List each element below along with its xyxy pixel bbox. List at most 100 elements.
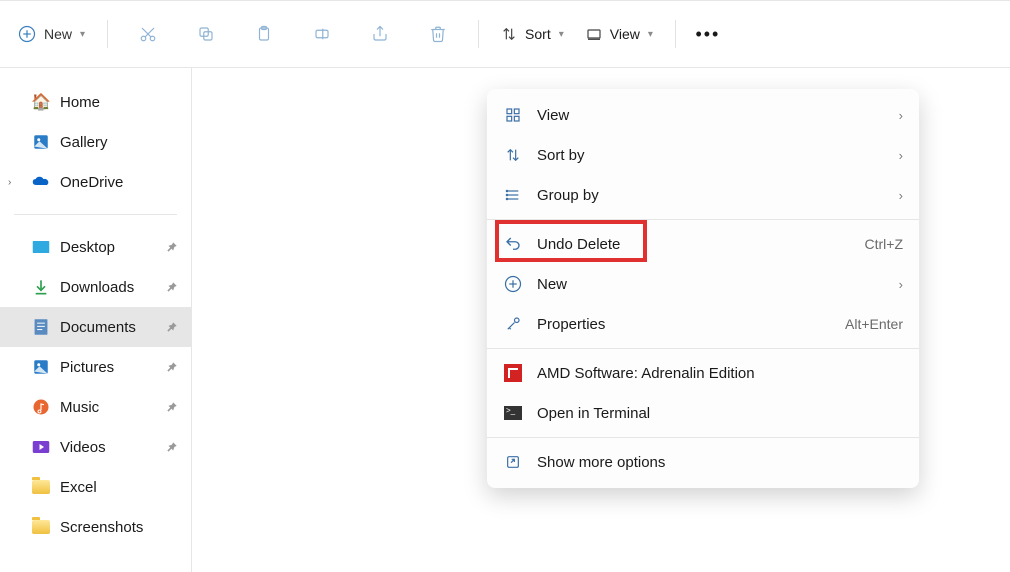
- sidebar-item-label: Pictures: [60, 359, 114, 376]
- home-icon: 🏠: [32, 93, 50, 111]
- sidebar-item-excel[interactable]: Excel: [0, 467, 191, 507]
- sidebar-item-label: Gallery: [60, 134, 108, 151]
- context-menu-groupby[interactable]: Group by ›: [487, 175, 919, 215]
- context-menu-label: New: [537, 276, 885, 293]
- pin-icon: [165, 440, 179, 454]
- plus-circle-icon: [18, 25, 36, 43]
- context-menu-more-options[interactable]: Show more options: [487, 442, 919, 482]
- undo-icon: [503, 234, 523, 254]
- context-menu-properties[interactable]: Properties Alt+Enter: [487, 304, 919, 344]
- context-menu-amd[interactable]: AMD Software: Adrenalin Edition: [487, 353, 919, 393]
- delete-button[interactable]: [418, 14, 458, 54]
- sidebar-item-label: Documents: [60, 319, 136, 336]
- paste-button[interactable]: [244, 14, 284, 54]
- context-menu-sortby[interactable]: Sort by ›: [487, 135, 919, 175]
- context-menu: View › Sort by › Group by › Undo Delete …: [487, 89, 919, 488]
- new-label: New: [44, 26, 72, 42]
- pin-icon: [165, 280, 179, 294]
- videos-icon: [32, 438, 50, 456]
- sidebar-item-label: OneDrive: [60, 174, 123, 191]
- copy-button[interactable]: [186, 14, 226, 54]
- ellipsis-icon: •••: [695, 24, 720, 45]
- paste-icon: [255, 25, 273, 43]
- downloads-icon: [32, 278, 50, 296]
- view-button[interactable]: View ▾: [576, 20, 663, 48]
- sidebar-item-label: Excel: [60, 479, 97, 496]
- context-menu-label: Properties: [537, 316, 831, 333]
- sidebar-item-pictures[interactable]: Pictures: [0, 347, 191, 387]
- view-icon: [586, 26, 602, 42]
- new-button[interactable]: New ▾: [8, 19, 95, 49]
- chevron-down-icon: ▾: [648, 29, 653, 40]
- sidebar-item-screenshots[interactable]: Screenshots: [0, 507, 191, 547]
- separator: [487, 348, 919, 349]
- pin-icon: [165, 360, 179, 374]
- share-icon: [371, 25, 389, 43]
- view-grid-icon: [503, 105, 523, 125]
- sidebar-item-videos[interactable]: Videos: [0, 427, 191, 467]
- sidebar: 🏠 Home Gallery › OneDrive Desktop: [0, 68, 192, 572]
- sidebar-item-label: Videos: [60, 439, 106, 456]
- rename-icon: [313, 25, 331, 43]
- folder-icon: [32, 518, 50, 536]
- share-button[interactable]: [360, 14, 400, 54]
- chevron-down-icon: ▾: [80, 29, 85, 40]
- rename-button[interactable]: [302, 14, 342, 54]
- onedrive-icon: [32, 173, 50, 191]
- chevron-right-icon: ›: [899, 277, 903, 292]
- context-menu-label: Group by: [537, 187, 885, 204]
- sidebar-item-music[interactable]: Music: [0, 387, 191, 427]
- context-menu-terminal[interactable]: Open in Terminal: [487, 393, 919, 433]
- cut-icon: [139, 25, 157, 43]
- separator: [107, 20, 108, 48]
- sidebar-item-downloads[interactable]: Downloads: [0, 267, 191, 307]
- context-menu-label: Sort by: [537, 147, 885, 164]
- chevron-right-icon: ›: [899, 108, 903, 123]
- context-menu-shortcut: Alt+Enter: [845, 316, 903, 332]
- separator: [675, 20, 676, 48]
- separator: [478, 20, 479, 48]
- context-menu-label: Open in Terminal: [537, 405, 903, 422]
- properties-icon: [503, 314, 523, 334]
- sidebar-item-label: Home: [60, 94, 100, 111]
- folder-icon: [32, 478, 50, 496]
- pin-icon: [165, 400, 179, 414]
- terminal-icon: [503, 403, 523, 423]
- amd-icon: [503, 363, 523, 383]
- sidebar-item-gallery[interactable]: Gallery: [0, 122, 191, 162]
- context-menu-new[interactable]: New ›: [487, 264, 919, 304]
- sidebar-item-home[interactable]: 🏠 Home: [0, 82, 191, 122]
- sidebar-item-documents[interactable]: Documents: [0, 307, 191, 347]
- separator: [487, 219, 919, 220]
- pin-icon: [165, 240, 179, 254]
- sidebar-item-label: Music: [60, 399, 99, 416]
- sidebar-item-label: Downloads: [60, 279, 134, 296]
- chevron-down-icon: ▾: [559, 29, 564, 40]
- context-menu-label: View: [537, 107, 885, 124]
- separator: [487, 437, 919, 438]
- context-menu-shortcut: Ctrl+Z: [865, 236, 904, 252]
- more-button[interactable]: •••: [688, 14, 728, 54]
- context-menu-view[interactable]: View ›: [487, 95, 919, 135]
- sidebar-item-label: Desktop: [60, 239, 115, 256]
- chevron-right-icon: ›: [899, 148, 903, 163]
- context-menu-label: Show more options: [537, 454, 903, 471]
- context-menu-undo-delete[interactable]: Undo Delete Ctrl+Z: [487, 224, 919, 264]
- view-label: View: [610, 26, 640, 42]
- sidebar-item-onedrive[interactable]: › OneDrive: [0, 162, 191, 202]
- cut-button[interactable]: [128, 14, 168, 54]
- documents-icon: [32, 318, 50, 336]
- sort-icon: [503, 145, 523, 165]
- pin-icon: [165, 320, 179, 334]
- pictures-icon: [32, 358, 50, 376]
- chevron-right-icon: ›: [899, 188, 903, 203]
- expand-icon: [503, 452, 523, 472]
- chevron-right-icon: ›: [8, 177, 11, 188]
- sort-button[interactable]: Sort ▾: [491, 20, 574, 48]
- music-icon: [32, 398, 50, 416]
- sidebar-item-label: Screenshots: [60, 519, 143, 536]
- toolbar: New ▾ Sort ▾ View ▾ •••: [0, 0, 1010, 68]
- separator: [14, 214, 177, 215]
- group-icon: [503, 185, 523, 205]
- sidebar-item-desktop[interactable]: Desktop: [0, 227, 191, 267]
